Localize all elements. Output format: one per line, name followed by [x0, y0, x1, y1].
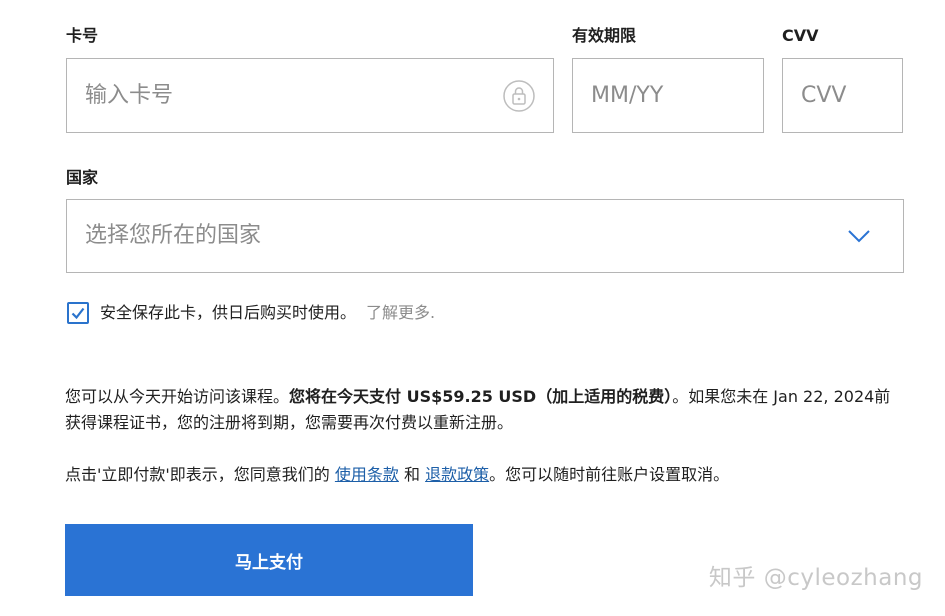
payment-notice: 您可以从今天开始访问该课程。您将在今天支付 US$59.25 USD（加上适用的…: [65, 384, 905, 436]
agreement-text-and: 和: [398, 465, 426, 484]
watermark: 知乎 @cyleozhang: [708, 565, 923, 591]
expiry-input[interactable]: [591, 59, 751, 132]
country-label: 国家: [66, 168, 99, 187]
agreement-text-end: 。您可以随时前往账户设置取消。: [489, 465, 730, 484]
terms-link[interactable]: 使用条款: [335, 465, 399, 484]
lock-icon: [503, 80, 535, 112]
cvv-label: CVV: [782, 26, 819, 45]
country-select[interactable]: 选择您所在的国家: [66, 199, 904, 273]
pay-now-button[interactable]: 马上支付: [65, 524, 473, 596]
save-card-label: 安全保存此卡，供日后购买时使用。: [100, 303, 357, 322]
cvv-field-box: [782, 58, 903, 133]
card-number-input[interactable]: [85, 59, 485, 132]
expiry-field-box: [572, 58, 764, 133]
card-number-label: 卡号: [66, 26, 99, 45]
save-card-checkbox[interactable]: [67, 302, 89, 324]
notice-amount: 您将在今天支付 US$59.25 USD（加上适用的税费）: [289, 387, 673, 406]
refund-policy-link[interactable]: 退款政策: [425, 465, 489, 484]
agreement-notice: 点击'立即付款'即表示，您同意我们的 使用条款 和 退款政策。您可以随时前往账户…: [65, 462, 905, 488]
save-card-text: 安全保存此卡，供日后购买时使用。 了解更多.: [100, 302, 435, 324]
country-select-value: 选择您所在的国家: [85, 223, 262, 248]
checkmark-icon: [71, 307, 85, 320]
cvv-input[interactable]: [801, 59, 891, 132]
card-number-field-box: [66, 58, 554, 133]
expiry-label: 有效期限: [572, 26, 637, 45]
agreement-text-start: 点击'立即付款'即表示，您同意我们的: [65, 465, 335, 484]
learn-more-link[interactable]: 了解更多.: [366, 303, 435, 322]
chevron-down-icon: [847, 228, 871, 244]
notice-text-start: 您可以从今天开始访问该课程。: [65, 387, 290, 406]
